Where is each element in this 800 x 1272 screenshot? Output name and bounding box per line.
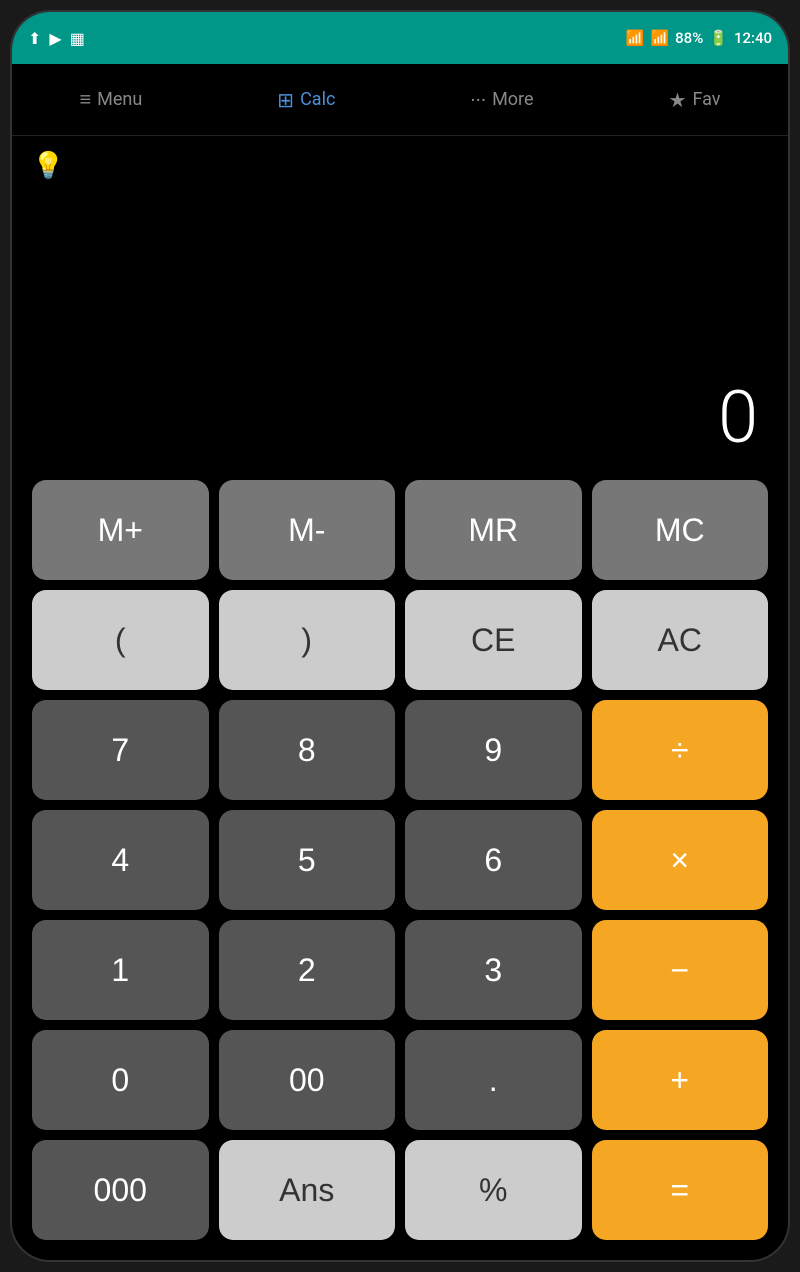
more-label: More bbox=[492, 89, 533, 110]
row-123: 1 2 3 − bbox=[32, 920, 768, 1020]
menu-label: Menu bbox=[97, 89, 142, 110]
phone-shell: ⬆ ▶ ▦ 📶 📶 88% 🔋 12:40 ≡ Menu ⊞ Calc ··· … bbox=[10, 10, 790, 1262]
button-8[interactable]: 8 bbox=[219, 700, 396, 800]
button-3[interactable]: 3 bbox=[405, 920, 582, 1020]
display: 0 bbox=[32, 196, 768, 480]
status-right: 📶 📶 88% 🔋 12:40 bbox=[626, 29, 772, 47]
ce-button[interactable]: CE bbox=[405, 590, 582, 690]
wifi-icon: 📶 bbox=[626, 29, 645, 47]
button-1[interactable]: 1 bbox=[32, 920, 209, 1020]
nav-more[interactable]: ··· More bbox=[458, 80, 545, 120]
mr-button[interactable]: MR bbox=[405, 480, 582, 580]
m-plus-button[interactable]: M+ bbox=[32, 480, 209, 580]
clock: 12:40 bbox=[734, 29, 772, 47]
nav-menu[interactable]: ≡ Menu bbox=[68, 79, 155, 120]
row-0: 0 00 . + bbox=[32, 1030, 768, 1130]
button-9[interactable]: 9 bbox=[405, 700, 582, 800]
battery-icon: 🔋 bbox=[709, 29, 728, 47]
paren-row: ( ) CE AC bbox=[32, 590, 768, 690]
calculator-area: 💡 0 M+ M- MR MC ( ) CE AC 7 bbox=[12, 136, 788, 1260]
open-paren-button[interactable]: ( bbox=[32, 590, 209, 690]
button-000[interactable]: 000 bbox=[32, 1140, 209, 1240]
fav-icon: ★ bbox=[669, 88, 687, 112]
storage-icon: ▦ bbox=[70, 29, 85, 48]
add-button[interactable]: + bbox=[592, 1030, 769, 1130]
m-minus-button[interactable]: M- bbox=[219, 480, 396, 580]
memory-row: M+ M- MR MC bbox=[32, 480, 768, 580]
button-5[interactable]: 5 bbox=[219, 810, 396, 910]
close-paren-button[interactable]: ) bbox=[219, 590, 396, 690]
display-value: 0 bbox=[718, 375, 758, 460]
calc-icon: ⊞ bbox=[277, 88, 294, 112]
hint-area: 💡 bbox=[32, 136, 768, 196]
button-7[interactable]: 7 bbox=[32, 700, 209, 800]
button-dot[interactable]: . bbox=[405, 1030, 582, 1130]
equals-button[interactable]: = bbox=[592, 1140, 769, 1240]
percent-button[interactable]: % bbox=[405, 1140, 582, 1240]
nav-fav[interactable]: ★ Fav bbox=[657, 80, 733, 120]
status-icons-left: ⬆ ▶ ▦ bbox=[28, 29, 85, 48]
divide-button[interactable]: ÷ bbox=[592, 700, 769, 800]
button-4[interactable]: 4 bbox=[32, 810, 209, 910]
notification-icon: ⬆ bbox=[28, 29, 41, 48]
button-2[interactable]: 2 bbox=[219, 920, 396, 1020]
nav-calc[interactable]: ⊞ Calc bbox=[265, 80, 347, 120]
subtract-button[interactable]: − bbox=[592, 920, 769, 1020]
button-00[interactable]: 00 bbox=[219, 1030, 396, 1130]
more-icon: ··· bbox=[470, 88, 486, 112]
status-bar: ⬆ ▶ ▦ 📶 📶 88% 🔋 12:40 bbox=[12, 12, 788, 64]
row-bottom: 000 Ans % = bbox=[32, 1140, 768, 1240]
multiply-button[interactable]: × bbox=[592, 810, 769, 910]
battery-level: 88% bbox=[675, 29, 703, 47]
ac-button[interactable]: AC bbox=[592, 590, 769, 690]
signal-icon: 📶 bbox=[650, 29, 669, 47]
button-0[interactable]: 0 bbox=[32, 1030, 209, 1130]
play-icon: ▶ bbox=[49, 29, 61, 48]
calc-label: Calc bbox=[300, 89, 335, 110]
button-grid: M+ M- MR MC ( ) CE AC 7 8 9 ÷ 4 bbox=[32, 480, 768, 1240]
nav-bar: ≡ Menu ⊞ Calc ··· More ★ Fav bbox=[12, 64, 788, 136]
fav-label: Fav bbox=[692, 89, 720, 110]
row-456: 4 5 6 × bbox=[32, 810, 768, 910]
button-6[interactable]: 6 bbox=[405, 810, 582, 910]
ans-button[interactable]: Ans bbox=[219, 1140, 396, 1240]
mc-button[interactable]: MC bbox=[592, 480, 769, 580]
row-789: 7 8 9 ÷ bbox=[32, 700, 768, 800]
lightbulb-icon: 💡 bbox=[32, 151, 64, 181]
menu-icon: ≡ bbox=[80, 87, 92, 112]
